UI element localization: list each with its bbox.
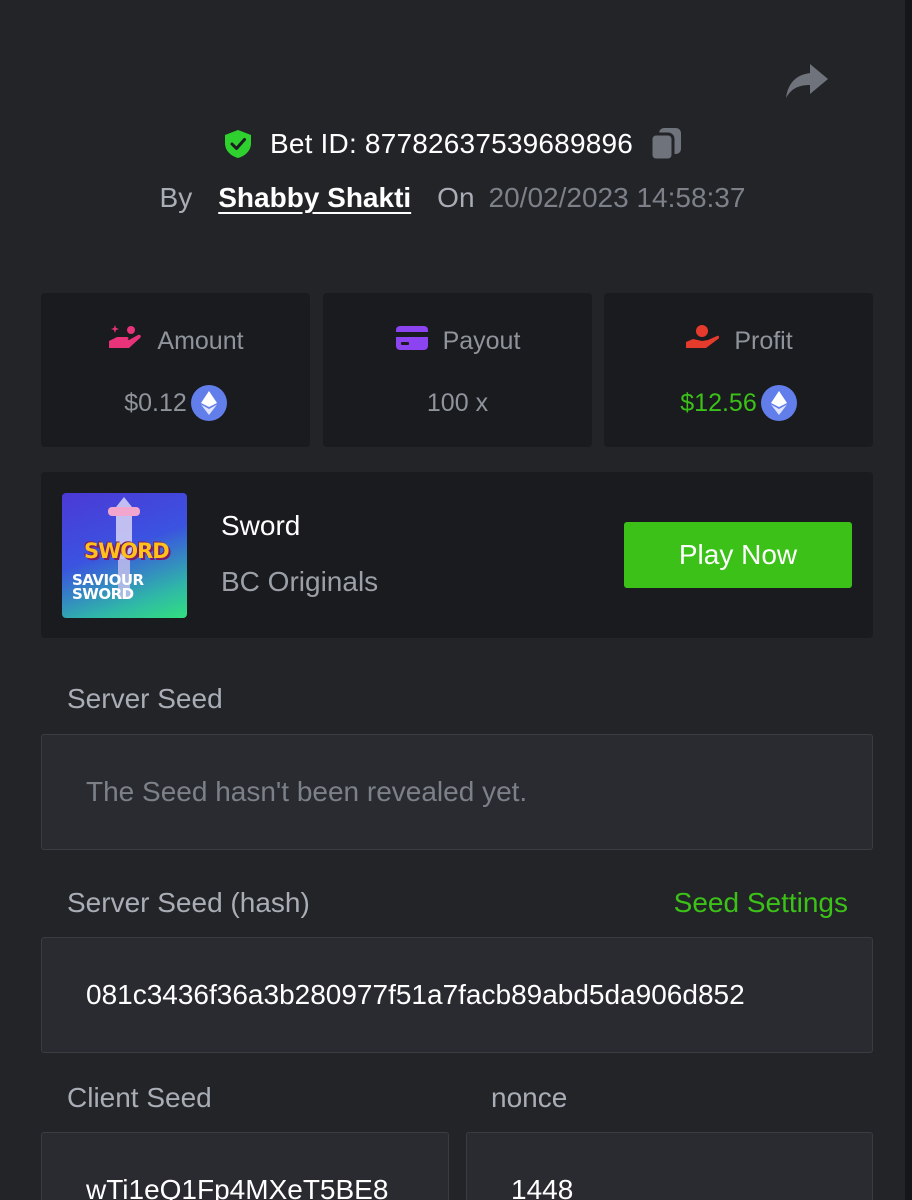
seed-settings-link[interactable]: Seed Settings bbox=[674, 887, 848, 919]
game-provider: BC Originals bbox=[221, 566, 379, 597]
credit-card-icon bbox=[395, 325, 429, 358]
profit-value: $12.56 bbox=[680, 388, 757, 417]
amount-card: Amount $0.12 bbox=[41, 293, 310, 447]
amount-label: Amount bbox=[157, 326, 244, 355]
server-seed-label: Server Seed bbox=[67, 683, 223, 714]
by-label: By bbox=[159, 182, 193, 213]
nonce-value: 1448 bbox=[511, 1174, 574, 1200]
username-link[interactable]: Shabby Shakti bbox=[218, 182, 411, 214]
server-seed-hash-value: 081c3436f36a3b280977f51a7facb89abd5da906… bbox=[86, 979, 745, 1010]
server-seed-hash-field[interactable]: 081c3436f36a3b280977f51a7facb89abd5da906… bbox=[41, 937, 873, 1053]
bet-author-row: By Shabby Shakti On 20/02/2023 14:58:37 bbox=[0, 176, 905, 220]
game-thumb-subtitle: SAVIOUR SWORD bbox=[72, 571, 144, 603]
eth-icon bbox=[190, 385, 227, 421]
play-now-button[interactable]: Play Now bbox=[624, 522, 852, 588]
client-seed-label: Client Seed bbox=[67, 1082, 212, 1113]
profit-card: Profit $12.56 bbox=[604, 293, 873, 447]
client-seed-value: wTi1eQ1Fp4MXeT5BE8 bbox=[86, 1174, 389, 1200]
eth-icon bbox=[760, 385, 797, 421]
payout-value: 100 x bbox=[426, 388, 489, 417]
hand-coins-icon bbox=[107, 323, 143, 360]
scrollbar-track[interactable] bbox=[905, 0, 912, 1200]
bet-id-row: Bet ID: 87782637539689896 bbox=[0, 122, 905, 166]
copy-icon[interactable] bbox=[649, 126, 683, 162]
server-seed-field[interactable]: The Seed hasn't been revealed yet. bbox=[41, 734, 873, 850]
server-seed-value: The Seed hasn't been revealed yet. bbox=[86, 776, 528, 807]
payout-label: Payout bbox=[442, 326, 521, 355]
bet-id: Bet ID: 87782637539689896 bbox=[269, 128, 634, 159]
game-thumb-title: SWORD bbox=[84, 539, 170, 563]
game-thumbnail[interactable]: SWORD SAVIOUR SWORD bbox=[62, 493, 187, 618]
nonce-field[interactable]: 1448 bbox=[466, 1132, 873, 1200]
nonce-label: nonce bbox=[491, 1082, 568, 1113]
profit-label: Profit bbox=[734, 326, 793, 355]
share-icon[interactable] bbox=[784, 60, 830, 102]
bet-details-panel: Bet ID: 87782637539689896 By Shabby Shak… bbox=[0, 0, 905, 1200]
client-seed-field[interactable]: wTi1eQ1Fp4MXeT5BE8 bbox=[41, 1132, 449, 1200]
payout-card: Payout 100 x bbox=[323, 293, 592, 447]
amount-value: $0.12 bbox=[124, 388, 187, 417]
server-seed-hash-label: Server Seed (hash) bbox=[67, 887, 310, 918]
game-name: Sword bbox=[221, 510, 301, 541]
hand-money-icon bbox=[684, 323, 720, 360]
on-label: On bbox=[437, 182, 475, 213]
game-card: SWORD SAVIOUR SWORD Sword BC Originals P… bbox=[41, 472, 873, 638]
bet-datetime: 20/02/2023 14:58:37 bbox=[488, 182, 746, 213]
verified-shield-icon bbox=[222, 128, 254, 160]
